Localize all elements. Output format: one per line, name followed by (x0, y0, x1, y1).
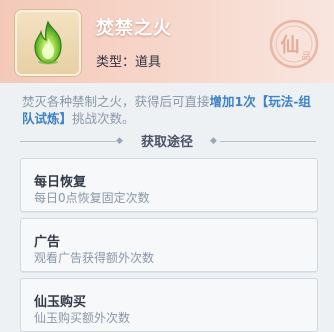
source-subtitle: 观看广告获得额外次数 (34, 251, 155, 265)
green-flame-icon (34, 20, 62, 65)
source-daily-recovery[interactable]: 每日恢复 每日0点恢复固定次数 (20, 158, 318, 212)
item-type: 类型：道具 (96, 51, 161, 70)
item-detail-panel: 焚禁之火 类型：道具 仙 品 焚灭各种禁制之火，获得后可直接增加1次【玩法-组队… (0, 0, 334, 332)
item-name: 焚禁之火 (96, 18, 172, 39)
source-jade-purchase[interactable]: 仙玉购买 仙玉购买额外次数 (20, 278, 318, 332)
description-text: 焚灭各种禁制之火，获得后可直接 (22, 94, 210, 109)
source-title: 仙玉购买 (34, 295, 87, 310)
source-subtitle: 仙玉购买额外次数 (34, 311, 131, 325)
section-title: 获取途径 (140, 135, 193, 150)
source-subtitle: 每日0点恢复固定次数 (34, 191, 150, 205)
divider-ornament-left: ◆ (116, 136, 123, 146)
grade-badge-text: 仙 (280, 33, 299, 56)
item-header: 焚禁之火 类型：道具 仙 品 (0, 0, 334, 83)
source-title: 每日恢复 (34, 175, 87, 190)
item-description: 焚灭各种禁制之火，获得后可直接增加1次【玩法-组队试炼】挑战次数。 (22, 93, 318, 127)
acquire-section-header: ◆ 获取途径 ◆ (0, 131, 334, 151)
item-icon-frame (15, 10, 81, 76)
item-type-value: 道具 (135, 55, 162, 70)
source-advertisement[interactable]: 广告 观看广告获得额外次数 (20, 218, 318, 272)
divider-right (220, 141, 316, 142)
grade-badge-subtext: 品 (301, 51, 310, 62)
description-text-end: 挑战次数。 (72, 111, 135, 126)
item-type-label: 类型： (96, 55, 136, 70)
grade-badge-icon: 仙 品 (269, 19, 319, 69)
source-title: 广告 (34, 235, 61, 250)
divider-ornament-right: ◆ (210, 136, 217, 146)
divider-left (20, 141, 116, 142)
